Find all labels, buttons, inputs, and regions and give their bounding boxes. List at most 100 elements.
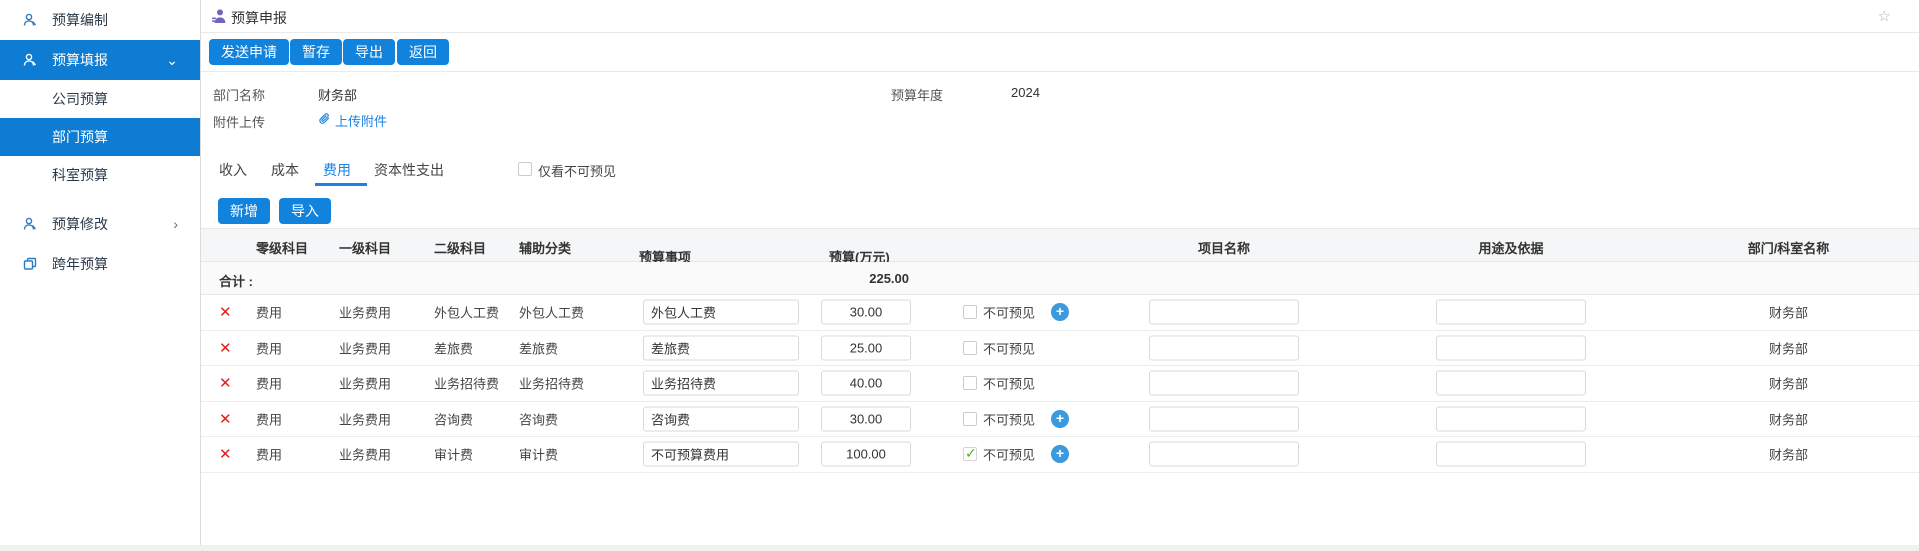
project-name-input[interactable] bbox=[1149, 406, 1299, 431]
table-row: ✕ 费用 业务费用 差旅费 差旅费 不可预见 + 财务部 bbox=[201, 331, 1919, 367]
title-bar: 预算申报 ☆ bbox=[201, 0, 1919, 33]
cell-level0: 费用 bbox=[256, 409, 282, 428]
tab-income[interactable]: 收入 bbox=[219, 160, 247, 180]
budget-amount-input[interactable] bbox=[821, 442, 911, 467]
project-name-input[interactable] bbox=[1149, 371, 1299, 396]
import-button[interactable]: 导入 bbox=[279, 198, 331, 224]
unforeseen-only-checkbox[interactable] bbox=[518, 162, 532, 176]
main-content: 预算申报 ☆ 发送申请 暂存 导出 返回 部门名称 财务部 预算年度 2024 … bbox=[201, 0, 1919, 551]
cell-dept-name: 财务部 bbox=[1741, 303, 1836, 322]
tab-expense[interactable]: 费用 bbox=[323, 160, 351, 180]
cell-level1: 业务费用 bbox=[339, 409, 391, 428]
usage-basis-input[interactable] bbox=[1436, 406, 1586, 431]
total-value: 225.00 bbox=[821, 271, 909, 286]
col-header-dept-section: 部门/科室名称 bbox=[1741, 238, 1836, 257]
budget-amount-input[interactable] bbox=[821, 335, 911, 360]
attachment-upload-label: 附件上传 bbox=[213, 112, 265, 131]
tab-capital-expenditure[interactable]: 资本性支出 bbox=[374, 160, 444, 180]
budget-amount-input[interactable] bbox=[821, 371, 911, 396]
toolbar: 发送申请 暂存 导出 返回 bbox=[201, 33, 1919, 72]
sidebar-item-label: 跨年预算 bbox=[52, 254, 108, 274]
table-row: ✕ 费用 业务费用 咨询费 咨询费 不可预见 + 财务部 bbox=[201, 402, 1919, 438]
project-name-input[interactable] bbox=[1149, 300, 1299, 325]
cell-aux-category: 外包人工费 bbox=[519, 303, 584, 322]
send-request-button[interactable]: 发送申请 bbox=[209, 39, 289, 65]
delete-row-icon[interactable]: ✕ bbox=[219, 374, 232, 392]
unforeseen-label: 不可预见 bbox=[983, 303, 1035, 322]
sidebar-item-company-budget[interactable]: 公司预算 bbox=[0, 80, 200, 118]
unforeseen-checkbox[interactable] bbox=[963, 305, 977, 319]
sidebar-item-section-budget[interactable]: 科室预算 bbox=[0, 156, 200, 194]
usage-basis-input[interactable] bbox=[1436, 335, 1586, 360]
unforeseen-only-label: 仅看不可预见 bbox=[538, 161, 616, 180]
back-button[interactable]: 返回 bbox=[397, 39, 449, 65]
sidebar-item-budget-filling[interactable]: 预算填报 ⌄ bbox=[0, 40, 200, 80]
unforeseen-label: 不可预见 bbox=[983, 374, 1035, 393]
cell-level2: 审计费 bbox=[434, 445, 473, 464]
usage-basis-input[interactable] bbox=[1436, 442, 1586, 467]
sidebar-item-budget-preparation[interactable]: 预算编制 bbox=[0, 0, 200, 40]
person-icon bbox=[22, 12, 38, 28]
copy-icon bbox=[22, 256, 38, 272]
usage-basis-input[interactable] bbox=[1436, 371, 1586, 396]
cell-level0: 费用 bbox=[256, 374, 282, 393]
add-row-button[interactable]: 新增 bbox=[218, 198, 270, 224]
cell-aux-category: 差旅费 bbox=[519, 338, 558, 357]
cell-level2: 咨询费 bbox=[434, 409, 473, 428]
table-row: ✕ 费用 业务费用 业务招待费 业务招待费 不可预见 + 财务部 bbox=[201, 366, 1919, 402]
budget-item-input[interactable] bbox=[643, 371, 799, 396]
budget-amount-input[interactable] bbox=[821, 300, 911, 325]
export-button[interactable]: 导出 bbox=[343, 39, 395, 65]
sidebar-item-budget-modification[interactable]: 预算修改 › bbox=[0, 204, 200, 244]
project-name-input[interactable] bbox=[1149, 442, 1299, 467]
unforeseen-checkbox[interactable] bbox=[963, 376, 977, 390]
upload-attachment-link[interactable]: 上传附件 bbox=[318, 111, 387, 130]
sidebar-item-crossyear-budget[interactable]: 跨年预算 bbox=[0, 244, 200, 284]
sidebar-item-department-budget[interactable]: 部门预算 bbox=[0, 118, 200, 156]
usage-basis-input[interactable] bbox=[1436, 300, 1586, 325]
add-subrow-icon[interactable]: + bbox=[1051, 410, 1069, 428]
col-header-level2: 二级科目 bbox=[434, 238, 486, 257]
col-header-aux-category: 辅助分类 bbox=[519, 238, 571, 257]
unforeseen-checkbox[interactable] bbox=[963, 341, 977, 355]
delete-row-icon[interactable]: ✕ bbox=[219, 445, 232, 463]
delete-row-icon[interactable]: ✕ bbox=[219, 410, 232, 428]
cell-aux-category: 审计费 bbox=[519, 445, 558, 464]
budget-item-input[interactable] bbox=[643, 406, 799, 431]
table-body: ✕ 费用 业务费用 外包人工费 外包人工费 不可预见 + 财务部 ✕ 费用 业务… bbox=[201, 295, 1919, 473]
table-header-row: 零级科目 一级科目 二级科目 辅助分类 预算事项* 预算(万元)* 项目名称 用… bbox=[201, 228, 1919, 262]
favorite-star-icon[interactable]: ☆ bbox=[1878, 7, 1891, 25]
budget-item-input[interactable] bbox=[643, 300, 799, 325]
dept-name-value: 财务部 bbox=[318, 85, 357, 104]
table-row: ✕ 费用 业务费用 审计费 审计费 不可预见 + 财务部 bbox=[201, 437, 1919, 473]
add-subrow-icon[interactable]: + bbox=[1051, 303, 1069, 321]
paperclip-icon bbox=[318, 112, 331, 129]
cell-level2: 差旅费 bbox=[434, 338, 473, 357]
budget-amount-input[interactable] bbox=[821, 406, 911, 431]
horizontal-scrollbar[interactable] bbox=[0, 545, 1919, 551]
tab-bar: 收入 成本 费用 资本性支出 仅看不可预见 bbox=[201, 153, 1919, 186]
tab-cost[interactable]: 成本 bbox=[271, 160, 299, 180]
budget-year-label: 预算年度 bbox=[891, 85, 943, 104]
sidebar-item-label: 预算编制 bbox=[52, 10, 108, 30]
person-badge-icon bbox=[210, 7, 228, 30]
cell-level1: 业务费用 bbox=[339, 338, 391, 357]
col-header-usage-basis: 用途及依据 bbox=[1436, 238, 1586, 257]
delete-row-icon[interactable]: ✕ bbox=[219, 339, 232, 357]
sidebar-item-label: 科室预算 bbox=[52, 165, 108, 185]
cell-aux-category: 咨询费 bbox=[519, 409, 558, 428]
budget-item-input[interactable] bbox=[643, 335, 799, 360]
cell-dept-name: 财务部 bbox=[1741, 445, 1836, 464]
temp-save-button[interactable]: 暂存 bbox=[290, 39, 342, 65]
unforeseen-checkbox[interactable] bbox=[963, 412, 977, 426]
cell-level1: 业务费用 bbox=[339, 374, 391, 393]
unforeseen-checkbox[interactable] bbox=[963, 447, 977, 461]
add-subrow-icon[interactable]: + bbox=[1051, 445, 1069, 463]
unforeseen-label: 不可预见 bbox=[983, 445, 1035, 464]
delete-row-icon[interactable]: ✕ bbox=[219, 303, 232, 321]
col-header-project-name: 项目名称 bbox=[1149, 238, 1299, 257]
budget-item-input[interactable] bbox=[643, 442, 799, 467]
project-name-input[interactable] bbox=[1149, 335, 1299, 360]
required-asterisk: * bbox=[645, 247, 650, 262]
page-title: 预算申报 bbox=[231, 8, 287, 28]
